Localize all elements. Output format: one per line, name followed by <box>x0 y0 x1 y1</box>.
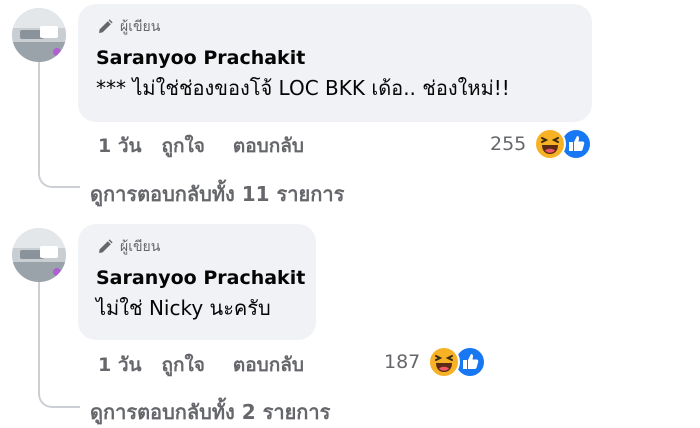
thread-connector <box>38 394 80 408</box>
like-link[interactable]: ถูกใจ <box>162 131 205 161</box>
avatar[interactable] <box>12 8 66 62</box>
comment-text: ไม่ใช่ Nicky นะครับ <box>96 296 271 320</box>
reaction-summary[interactable]: 255 <box>490 128 593 160</box>
thread-connector <box>38 174 80 188</box>
comment-timestamp[interactable]: 1 วัน <box>98 350 142 380</box>
haha-icon <box>428 346 461 378</box>
comment-actions: 1 วัน ถูกใจ ตอบกลับ <box>98 350 304 380</box>
reaction-count: 187 <box>384 351 421 373</box>
thread-line <box>38 282 40 394</box>
comment-text: *** ไม่ใช่ช่องของโจ้ LOC BKK เด้อ.. ช่อง… <box>96 76 510 100</box>
comment-author[interactable]: Saranyoo Prachakit <box>96 266 305 290</box>
comment-author[interactable]: Saranyoo Prachakit <box>96 46 574 70</box>
author-badge: ผู้เขียน <box>96 236 298 258</box>
reaction-summary[interactable]: 187 <box>384 346 487 378</box>
pencil-icon <box>99 19 113 33</box>
view-replies-link[interactable]: ดูการตอบกลับทั้ง 2 รายการ <box>90 396 330 428</box>
reaction-count: 255 <box>490 133 527 155</box>
view-replies-link[interactable]: ดูการตอบกลับทั้ง 11 รายการ <box>90 178 344 210</box>
author-badge-label: ผู้เขียน <box>120 239 161 255</box>
comment-bubble: ผู้เขียน Saranyoo Prachakit ไม่ใช่ Nicky… <box>78 224 316 340</box>
reply-link[interactable]: ตอบกลับ <box>233 350 304 380</box>
thread-line <box>38 62 40 174</box>
reply-link[interactable]: ตอบกลับ <box>233 131 304 161</box>
comment-timestamp[interactable]: 1 วัน <box>98 131 142 161</box>
pencil-icon <box>99 239 113 253</box>
comment-bubble: ผู้เขียน Saranyoo Prachakit *** ไม่ใช่ช่… <box>78 4 592 122</box>
comment-actions: 1 วัน ถูกใจ ตอบกลับ <box>98 131 304 161</box>
haha-icon <box>534 128 567 160</box>
reaction-icons <box>532 128 593 160</box>
reaction-icons <box>426 346 487 378</box>
avatar[interactable] <box>12 228 66 282</box>
like-link[interactable]: ถูกใจ <box>162 350 205 380</box>
author-badge: ผู้เขียน <box>96 16 574 38</box>
author-badge-label: ผู้เขียน <box>120 19 161 35</box>
